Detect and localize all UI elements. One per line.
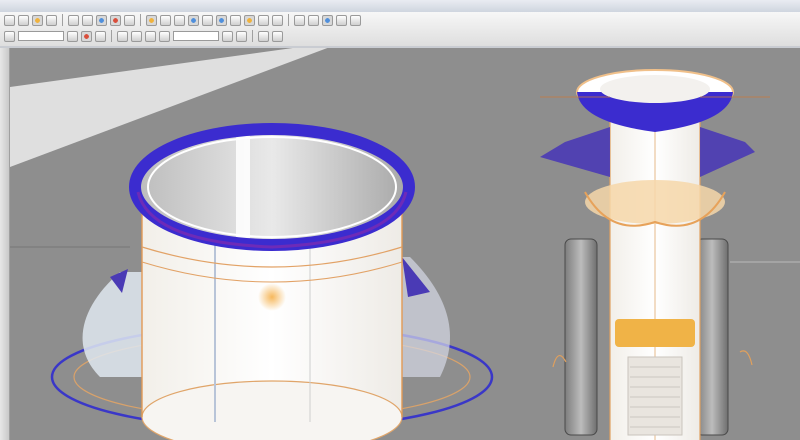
scene-icon[interactable] (236, 30, 247, 42)
mass-properties-icon[interactable] (272, 30, 283, 42)
inner-rib (236, 127, 250, 247)
highlight-point (258, 283, 286, 311)
rail-right (695, 238, 729, 436)
toolbar-separator (111, 30, 112, 42)
feature-tree-edge[interactable] (0, 47, 10, 440)
rebuild-icon[interactable] (110, 14, 121, 26)
capital-opening (600, 75, 710, 103)
configuration-field[interactable] (18, 31, 64, 41)
hide-show-icon[interactable] (159, 30, 170, 42)
base-insert (627, 356, 683, 436)
toolbar-row-2 (4, 30, 283, 42)
fillet-icon[interactable] (216, 14, 227, 26)
rib-icon[interactable] (258, 14, 269, 26)
new-icon[interactable] (4, 14, 15, 26)
mirror-icon[interactable] (294, 14, 305, 26)
toolbar-row-1 (4, 14, 361, 26)
pattern-icon[interactable] (308, 14, 319, 26)
draft-icon[interactable] (272, 14, 283, 26)
model-canvas (10, 47, 800, 440)
toolbar-separator (62, 14, 63, 26)
point-icon[interactable] (350, 14, 361, 26)
cylinder-part[interactable] (50, 123, 494, 440)
loft-icon[interactable] (202, 14, 213, 26)
fin-left (540, 127, 610, 177)
open-icon[interactable] (18, 14, 29, 26)
display-state-field[interactable] (173, 31, 219, 41)
column-assembly[interactable] (540, 69, 800, 440)
lower-band (615, 319, 695, 347)
command-ribbon (0, 12, 800, 47)
chamfer-icon[interactable] (230, 14, 241, 26)
fin-right (700, 127, 755, 177)
sketch-icon[interactable] (146, 14, 157, 26)
shell-icon[interactable] (244, 14, 255, 26)
save-icon[interactable] (32, 14, 43, 26)
skirt-surface-left (82, 272, 142, 377)
axis-icon[interactable] (336, 14, 347, 26)
rotate-icon[interactable] (81, 30, 92, 42)
select-icon[interactable] (96, 14, 107, 26)
ribbon-divider (0, 46, 800, 48)
rail-fillet-right (739, 350, 753, 366)
rail-fillet-left (552, 355, 567, 368)
zoom-fit-icon[interactable] (4, 30, 15, 42)
toolbar-separator (140, 14, 141, 26)
toolbar-separator (252, 30, 253, 42)
appearance-icon[interactable] (222, 30, 233, 42)
revolve-icon[interactable] (174, 14, 185, 26)
print-icon[interactable] (46, 14, 57, 26)
redo-icon[interactable] (82, 14, 93, 26)
display-style-icon[interactable] (145, 30, 156, 42)
rail-left (564, 238, 598, 436)
options-icon[interactable] (124, 14, 135, 26)
section-icon[interactable] (117, 30, 128, 42)
measure-icon[interactable] (258, 30, 269, 42)
toolbar-separator (288, 14, 289, 26)
plane-icon[interactable] (322, 14, 333, 26)
pan-icon[interactable] (95, 30, 106, 42)
view-orientation-icon[interactable] (131, 30, 142, 42)
cad-application (0, 0, 800, 440)
graphics-viewport[interactable] (10, 47, 800, 440)
sweep-icon[interactable] (188, 14, 199, 26)
extrude-icon[interactable] (160, 14, 171, 26)
undo-icon[interactable] (68, 14, 79, 26)
zoom-area-icon[interactable] (67, 30, 78, 42)
